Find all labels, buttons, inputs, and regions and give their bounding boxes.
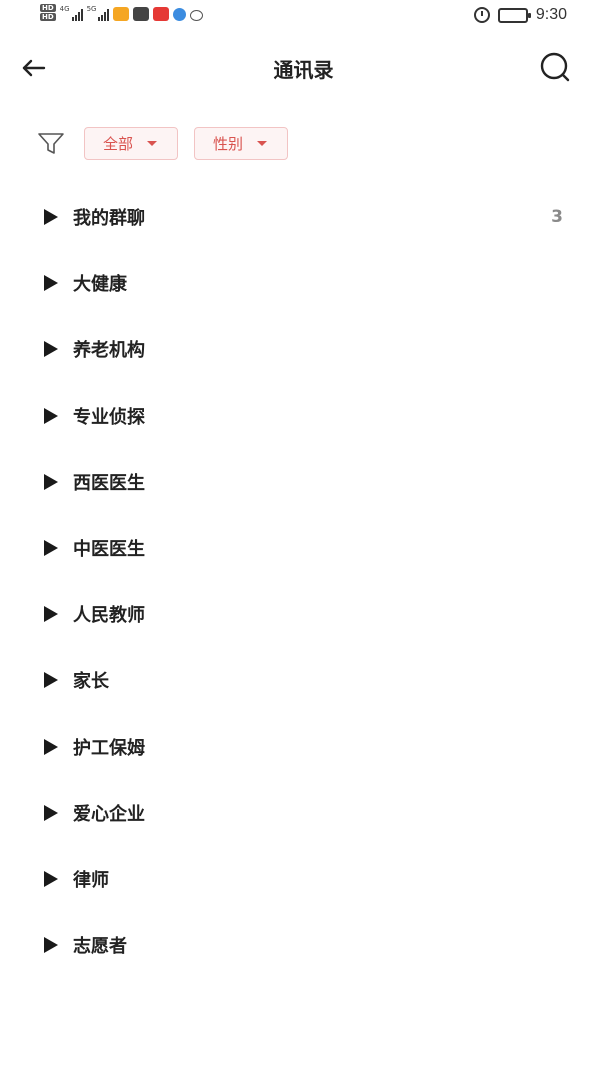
- browser-icon: [173, 8, 187, 21]
- filter-all-label: 全部: [103, 134, 134, 153]
- status-time: 9:30: [535, 6, 567, 23]
- group-label: 养老机构: [73, 340, 145, 362]
- expand-triangle-icon: [44, 672, 58, 689]
- weibo-icon: [113, 7, 130, 21]
- group-label: 我的群聊: [73, 208, 145, 230]
- group-label: 专业侦探: [73, 406, 145, 428]
- search-icon: [540, 52, 570, 82]
- group-item[interactable]: 中医医生: [0, 515, 607, 581]
- group-item[interactable]: 爱心企业: [0, 780, 607, 846]
- expand-triangle-icon: [44, 473, 58, 490]
- network-type: 5G: [86, 5, 97, 13]
- mail-icon: [133, 7, 150, 21]
- group-label: 律师: [73, 869, 109, 891]
- alarm-icon: [473, 7, 490, 23]
- expand-triangle-icon: [44, 341, 58, 358]
- group-label: 中医医生: [73, 539, 145, 561]
- group-label: 人民教师: [73, 605, 145, 627]
- expand-triangle-icon: [44, 738, 58, 755]
- group-count: 3: [551, 207, 563, 228]
- expand-triangle-icon: [44, 804, 58, 821]
- group-item[interactable]: 专业侦探: [0, 383, 607, 449]
- group-label: 护工保姆: [73, 737, 145, 759]
- expand-triangle-icon: [44, 937, 58, 954]
- group-item[interactable]: 家长: [0, 647, 607, 713]
- status-right: 9:30: [473, 6, 567, 24]
- group-item[interactable]: 志愿者: [0, 912, 607, 978]
- group-item[interactable]: 大健康: [0, 250, 607, 316]
- hd-indicators: HD HD: [40, 3, 56, 21]
- filter-funnel-icon: [38, 133, 64, 154]
- network-type: 4G: [59, 5, 70, 13]
- expand-triangle-icon: [44, 407, 58, 424]
- filter-gender-label: 性别: [213, 134, 244, 153]
- expand-triangle-icon: [44, 209, 58, 226]
- app-notification-icon: [153, 7, 170, 21]
- caret-down-icon: [257, 140, 268, 146]
- page-title: 通讯录: [273, 58, 334, 82]
- signal-icon: [98, 8, 110, 21]
- group-label: 爱心企业: [73, 803, 145, 825]
- filter-all-dropdown[interactable]: 全部: [84, 126, 178, 160]
- filter-bar: 全部 性别: [36, 124, 304, 162]
- contact-group-list: 我的群聊 3 大健康 养老机构 专业侦探 西医医生 中医医生 人民教师 家长 护工…: [0, 184, 607, 978]
- filter-gender-dropdown[interactable]: 性别: [194, 126, 288, 160]
- search-button[interactable]: [537, 50, 573, 86]
- expand-triangle-icon: [44, 275, 58, 292]
- signal-icon: [71, 8, 83, 21]
- group-item[interactable]: 养老机构: [0, 316, 607, 382]
- status-bar: HD HD 4G 5G 9:30: [0, 0, 607, 32]
- status-left: HD HD 4G 5G: [40, 3, 204, 21]
- group-item[interactable]: 西医医生: [0, 449, 607, 515]
- hd-badge: HD: [40, 3, 56, 12]
- filter-button[interactable]: [36, 128, 66, 158]
- hd-badge: HD: [40, 12, 56, 21]
- app-header: 通讯录: [0, 40, 607, 96]
- battery-icon: [497, 7, 531, 23]
- expand-triangle-icon: [44, 606, 58, 623]
- group-item[interactable]: 人民教师: [0, 581, 607, 647]
- group-label: 大健康: [73, 274, 127, 296]
- group-item[interactable]: 律师: [0, 846, 607, 912]
- group-label: 家长: [73, 671, 109, 693]
- group-item[interactable]: 护工保姆: [0, 714, 607, 780]
- group-label: 志愿者: [73, 936, 127, 958]
- expand-triangle-icon: [44, 540, 58, 557]
- caret-down-icon: [147, 140, 158, 146]
- group-label: 西医医生: [73, 472, 145, 494]
- chat-icon: [190, 9, 204, 21]
- group-item[interactable]: 我的群聊 3: [0, 184, 607, 250]
- expand-triangle-icon: [44, 870, 58, 887]
